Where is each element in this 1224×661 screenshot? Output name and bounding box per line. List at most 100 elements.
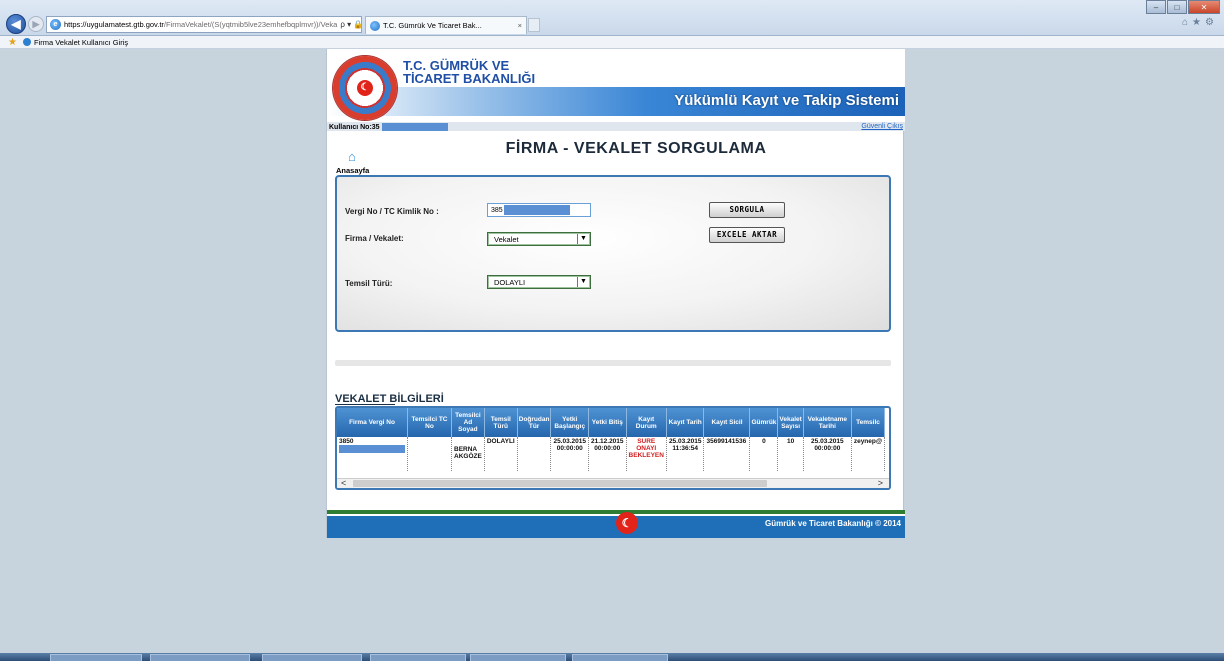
representation-type-label: Temsil Türü: xyxy=(345,279,393,288)
home-favorites-settings-icons[interactable]: ⌂★⚙ xyxy=(1182,17,1218,28)
representation-type-select[interactable]: DOLAYLI ▼ xyxy=(487,275,591,289)
user-number: Kullanıcı No:35 xyxy=(329,122,448,131)
url-host: https://uygulamatest.gtb.gov.tr xyxy=(64,20,164,29)
favorites-star-icon[interactable]: ★ xyxy=(8,37,17,48)
tax-no-label: Vergi No / TC Kimlik No : xyxy=(345,207,439,216)
redaction-mask xyxy=(503,205,570,215)
export-excel-button[interactable]: EXCELE AKTAR xyxy=(709,227,785,243)
column-header[interactable]: Temsilci TC No xyxy=(407,408,452,437)
table-header-row: Firma Vergi No Temsilci TC No Temsilci A… xyxy=(337,408,886,437)
minimize-button[interactable]: – xyxy=(1146,0,1166,14)
cell-firm-tax-no: 3850 xyxy=(337,437,408,471)
web-page: ☾ T.C. GÜMRÜK VE TİCARET BAKANLIĞI Yüküm… xyxy=(326,49,905,538)
favorites-bar: ★ Firma Vekalet Kullanıcı Giriş xyxy=(0,36,1224,49)
taskbar-item[interactable] xyxy=(370,654,466,661)
column-header[interactable]: Kayıt Tarih xyxy=(666,408,705,437)
column-header[interactable]: Temsilc xyxy=(851,408,886,437)
forward-button[interactable]: ▶ xyxy=(28,16,44,32)
scroll-left-icon[interactable]: < xyxy=(341,478,346,488)
window-controls: – □ ✕ xyxy=(1146,0,1220,14)
cell-record-date: 25.03.2015 11:36:54 xyxy=(666,437,705,471)
firm-proxy-value: Vekalet xyxy=(494,234,519,244)
cell-representative-email: zeynep@ xyxy=(851,437,886,471)
column-header[interactable]: Temsilci Ad Soyad xyxy=(451,408,485,437)
scrollbar-thumb[interactable] xyxy=(353,480,767,487)
cell-proxy-date: 25.03.2015 00:00:00 xyxy=(803,437,852,471)
browser-chrome: ◀ ▶ e https://uygulamatest.gtb.gov.tr/Fi… xyxy=(0,0,1224,36)
scroll-right-icon[interactable]: > xyxy=(878,478,883,488)
section-underline xyxy=(335,404,395,405)
redaction-mask xyxy=(339,445,405,453)
cell-customs: 0 xyxy=(749,437,779,471)
tax-no-input[interactable]: 385 xyxy=(487,203,591,217)
tax-no-value: 385 xyxy=(491,206,503,214)
column-header[interactable]: Yetki Başlangıç xyxy=(550,408,589,437)
crescent-star-icon: ☾ xyxy=(616,512,638,534)
cell-proxy-count: 10 xyxy=(777,437,804,471)
taskbar-item[interactable] xyxy=(262,654,362,661)
firm-proxy-label: Firma / Vekalet: xyxy=(345,234,404,243)
tab-ie-icon xyxy=(370,20,380,31)
column-header[interactable]: Doğrudan Tür xyxy=(517,408,552,437)
horizontal-scrollbar[interactable]: < > xyxy=(337,478,889,488)
cell-representative-name: BERNA AKGÖZE xyxy=(451,437,485,471)
column-header[interactable]: Vekalet Sayısı xyxy=(777,408,804,437)
page-title: FİRMA - VEKALET SORGULAMA xyxy=(505,140,767,157)
favorite-ie-icon xyxy=(22,38,31,46)
maximize-button[interactable]: □ xyxy=(1167,0,1187,14)
copyright: Gümrük ve Ticaret Bakanlığı © 2014 xyxy=(764,519,901,528)
ministry-name: T.C. GÜMRÜK VE TİCARET BAKANLIĞI xyxy=(403,59,535,85)
firm-proxy-select[interactable]: Vekalet ▼ xyxy=(487,232,591,246)
cell-firm-tax-no-text: 3850 xyxy=(339,438,354,445)
new-tab-button[interactable] xyxy=(528,18,540,32)
crescent-star-icon: ☾ xyxy=(357,80,373,96)
cell-representative-name-text: BERNA AKGÖZE xyxy=(454,446,482,460)
logout-link[interactable]: Güvenli Çıkış xyxy=(861,123,903,130)
ministry-logo: ☾ xyxy=(333,56,397,120)
chevron-down-icon: ▼ xyxy=(577,234,589,244)
cell-direct-type xyxy=(517,437,552,471)
cell-auth-end: 21.12.2015 00:00:00 xyxy=(588,437,627,471)
divider xyxy=(335,360,891,366)
cell-representative-tc xyxy=(407,437,452,471)
taskbar-item[interactable] xyxy=(470,654,566,661)
column-header[interactable]: Kayıt Sicil xyxy=(703,408,751,437)
representation-type-value: DOLAYLI xyxy=(494,277,526,287)
column-header[interactable]: Firma Vergi No xyxy=(337,408,408,437)
site-footer: ☾ Gümrük ve Ticaret Bakanlığı © 2014 xyxy=(327,510,905,538)
taskbar-item[interactable] xyxy=(50,654,142,661)
close-window-button[interactable]: ✕ xyxy=(1188,0,1220,14)
user-bar: Kullanıcı No:35 Güvenli Çıkış xyxy=(327,122,905,131)
redaction-mask xyxy=(381,122,448,131)
ministry-line-2: TİCARET BAKANLIĞI xyxy=(403,71,536,86)
taskbar-item[interactable] xyxy=(150,654,250,661)
taskbar-item[interactable] xyxy=(572,654,668,661)
address-controls[interactable]: ρ ▾ 🔒 C xyxy=(337,20,361,29)
cell-record-status: SURE ONAYI BEKLEYEN xyxy=(626,437,667,471)
address-bar[interactable]: e https://uygulamatest.gtb.gov.tr/FirmaV… xyxy=(46,16,362,33)
cell-auth-start: 25.03.2015 00:00:00 xyxy=(550,437,589,471)
proxy-table-container: Firma Vergi No Temsilci TC No Temsilci A… xyxy=(335,406,891,490)
browser-tab[interactable]: T.C. Gümrük Ve Ticaret Bak... × xyxy=(365,16,527,34)
proxy-table: Firma Vergi No Temsilci TC No Temsilci A… xyxy=(337,408,886,471)
back-button[interactable]: ◀ xyxy=(6,14,26,34)
home-link[interactable]: Anasayfa xyxy=(336,166,369,175)
column-header[interactable]: Gümrük xyxy=(749,408,779,437)
column-header[interactable]: Vekaletname Tarihi xyxy=(803,408,852,437)
chevron-down-icon: ▼ xyxy=(577,277,589,287)
url-path: /FirmaVekalet/(S(yqtmib5lve23emhefbqplmv… xyxy=(163,20,338,29)
cell-record-registry: 35699141536 xyxy=(703,437,751,471)
ie-icon: e xyxy=(50,19,61,30)
system-title: Yükümlü Kayıt ve Takip Sistemi xyxy=(674,92,899,109)
table-row[interactable]: 3850 BERNA AKGÖZE DOLAYLI 25.03.2015 00:… xyxy=(337,437,886,471)
tab-title: T.C. Gümrük Ve Ticaret Bak... xyxy=(383,21,482,30)
query-button[interactable]: SORGULA xyxy=(709,202,785,218)
site-header: ☾ T.C. GÜMRÜK VE TİCARET BAKANLIĞI Yüküm… xyxy=(327,49,905,122)
tab-close-icon[interactable]: × xyxy=(518,21,522,30)
favorite-link[interactable]: Firma Vekalet Kullanıcı Giriş xyxy=(34,38,128,47)
column-header[interactable]: Yetki Bitiş xyxy=(588,408,627,437)
column-header[interactable]: Temsil Türü xyxy=(484,408,518,437)
query-form: Vergi No / TC Kimlik No : 385 Firma / Ve… xyxy=(335,175,891,332)
cell-representation-type: DOLAYLI xyxy=(484,437,518,471)
column-header[interactable]: Kayıt Durum xyxy=(626,408,667,437)
